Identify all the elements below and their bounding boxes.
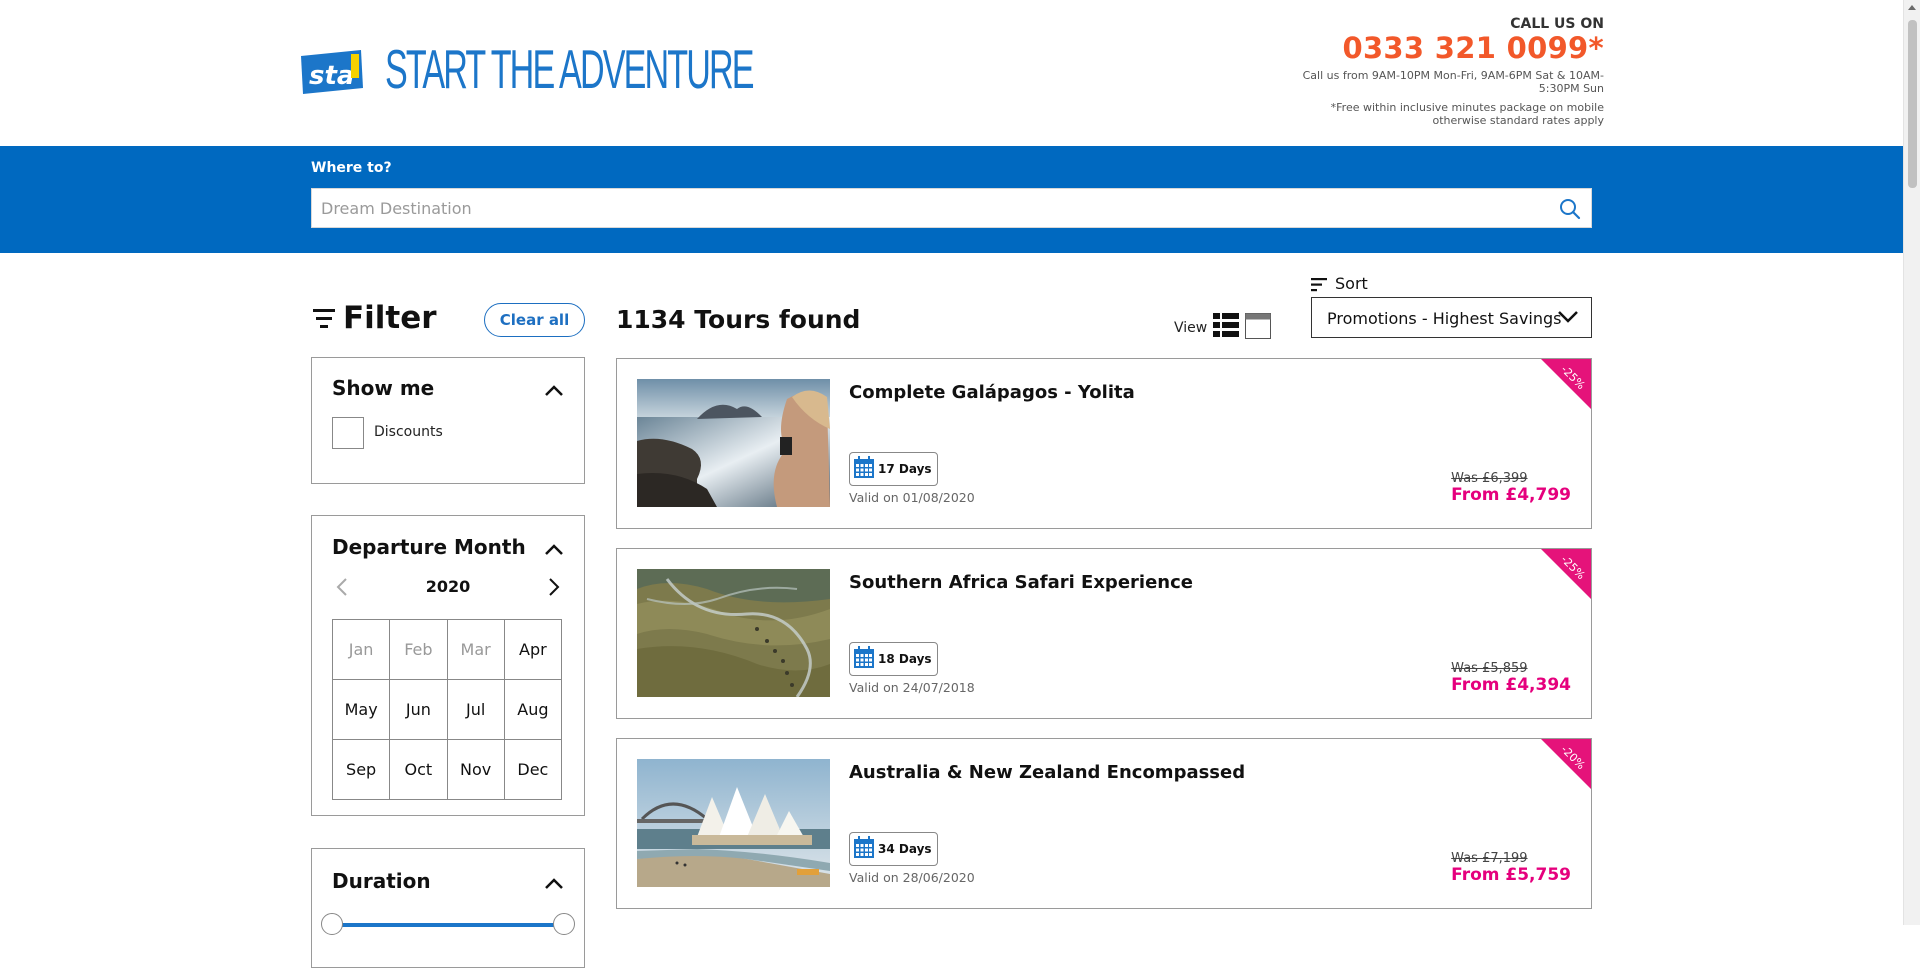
discount-ribbon: -25%: [1541, 359, 1591, 409]
discount-ribbon: -20%: [1541, 739, 1591, 789]
month-aug[interactable]: Aug: [504, 680, 562, 740]
list-view-icon[interactable]: [1213, 313, 1239, 341]
show-me-panel: Show me Discounts: [311, 357, 585, 484]
year-label: 2020: [425, 577, 471, 596]
svg-text:sta: sta: [309, 61, 354, 91]
destination-search-input[interactable]: [312, 189, 1591, 227]
filter-title: Filter: [343, 300, 437, 336]
call-rates-note: *Free within inclusive minutes package o…: [1330, 101, 1604, 127]
search-icon[interactable]: [1559, 198, 1581, 224]
call-hours: Call us from 9AM-10PM Mon-Fri, 9AM-6PM S…: [1302, 69, 1604, 95]
site-header: sta START THE ADVENTURE CALL US ON 0333 …: [0, 0, 1903, 146]
month-apr[interactable]: Apr: [504, 620, 562, 680]
show-me-title: Show me: [332, 376, 435, 400]
tour-valid-date: Valid on 28/06/2020: [849, 870, 975, 885]
tour-valid-date: Valid on 24/07/2018: [849, 680, 975, 695]
month-may[interactable]: May: [333, 680, 391, 740]
tour-card[interactable]: Southern Africa Safari Experience 18 Day…: [616, 548, 1592, 719]
month-grid: Jan Feb Mar Apr May Jun Jul Aug Sep Oct …: [332, 619, 562, 800]
tour-days: 34 Days: [878, 842, 932, 856]
calendar-icon: [854, 646, 874, 672]
month-jan: Jan: [333, 620, 391, 680]
next-year-chevron-icon[interactable]: [548, 577, 560, 601]
from-price: From £4,394: [1451, 675, 1571, 695]
tour-card[interactable]: Complete Galápagos - Yolita 17 Days Vali…: [616, 358, 1592, 529]
filter-icon: [313, 309, 335, 333]
month-jul[interactable]: Jul: [447, 680, 505, 740]
tour-valid-date: Valid on 01/08/2020: [849, 490, 975, 505]
duration-slider-track[interactable]: [332, 923, 564, 927]
from-price: From £4,799: [1451, 485, 1571, 505]
tour-days: 17 Days: [878, 462, 932, 476]
calendar-icon: [854, 836, 874, 862]
discount-ribbon: -25%: [1541, 549, 1591, 599]
page-scrollbar[interactable]: [1903, 0, 1920, 925]
collapse-chevron-up-icon[interactable]: [544, 875, 564, 894]
slogan: START THE ADVENTURE: [385, 38, 755, 100]
chevron-down-icon: [1557, 309, 1579, 328]
price-block: Was £6,399 From £4,799: [1451, 471, 1571, 505]
filter-header: Filter Clear all: [311, 296, 585, 342]
discounts-label: Discounts: [374, 424, 443, 440]
month-feb: Feb: [390, 620, 448, 680]
month-dec[interactable]: Dec: [504, 740, 562, 800]
month-mar: Mar: [447, 620, 505, 680]
sort-selected-value: Promotions - Highest Savings: [1327, 309, 1562, 328]
search-label: Where to?: [311, 160, 392, 176]
duration-max-handle[interactable]: [553, 913, 575, 935]
was-price: Was £6,399: [1451, 471, 1528, 486]
collapse-chevron-up-icon[interactable]: [544, 382, 564, 401]
duration-title: Duration: [332, 869, 431, 893]
price-block: Was £5,859 From £4,394: [1451, 661, 1571, 695]
search-box: [311, 188, 1592, 228]
search-band: Where to?: [0, 146, 1903, 253]
sta-travel-logo[interactable]: sta: [299, 48, 365, 100]
scroll-up-arrow-icon[interactable]: [1908, 5, 1916, 10]
tour-days: 18 Days: [878, 652, 932, 666]
collapse-chevron-up-icon[interactable]: [544, 541, 564, 560]
tour-title[interactable]: Complete Galápagos - Yolita: [849, 382, 1135, 403]
tour-title[interactable]: Australia & New Zealand Encompassed: [849, 762, 1245, 783]
tour-image-southern-africa[interactable]: [637, 569, 830, 697]
departure-month-panel: Departure Month 2020 Jan Feb Mar Apr May…: [311, 515, 585, 816]
duration-badge: 18 Days: [849, 642, 938, 676]
sort-label: Sort: [1335, 274, 1368, 293]
departure-month-title: Departure Month: [332, 535, 526, 559]
tour-image-galapagos[interactable]: [637, 379, 830, 507]
grid-view-icon[interactable]: [1245, 313, 1271, 343]
month-sep[interactable]: Sep: [333, 740, 391, 800]
tour-title[interactable]: Southern Africa Safari Experience: [849, 572, 1193, 593]
from-price: From £5,759: [1451, 865, 1571, 885]
duration-badge: 34 Days: [849, 832, 938, 866]
sort-dropdown[interactable]: Promotions - Highest Savings: [1311, 297, 1592, 338]
duration-panel: Duration: [311, 848, 585, 968]
calendar-icon: [854, 456, 874, 482]
call-us-block: CALL US ON 0333 321 0099* Call us from 9…: [1284, 16, 1604, 127]
results-count: 1134 Tours found: [616, 305, 861, 334]
clear-all-button[interactable]: Clear all: [484, 303, 585, 337]
view-label: View: [1174, 320, 1208, 336]
was-price: Was £5,859: [1451, 661, 1528, 676]
month-oct[interactable]: Oct: [390, 740, 448, 800]
tour-image-sydney-opera-house[interactable]: [637, 759, 830, 887]
discounts-checkbox[interactable]: [332, 417, 364, 449]
call-label: CALL US ON: [1510, 16, 1604, 32]
price-block: Was £7,199 From £5,759: [1451, 851, 1571, 885]
duration-badge: 17 Days: [849, 452, 938, 486]
month-nov[interactable]: Nov: [447, 740, 505, 800]
tour-card[interactable]: Australia & New Zealand Encompassed 34 D…: [616, 738, 1592, 909]
phone-number[interactable]: 0333 321 0099*: [1284, 32, 1604, 64]
month-jun[interactable]: Jun: [390, 680, 448, 740]
scrollbar-thumb[interactable]: [1908, 20, 1917, 188]
was-price: Was £7,199: [1451, 851, 1528, 866]
duration-min-handle[interactable]: [321, 913, 343, 935]
sort-icon: [1311, 277, 1327, 296]
